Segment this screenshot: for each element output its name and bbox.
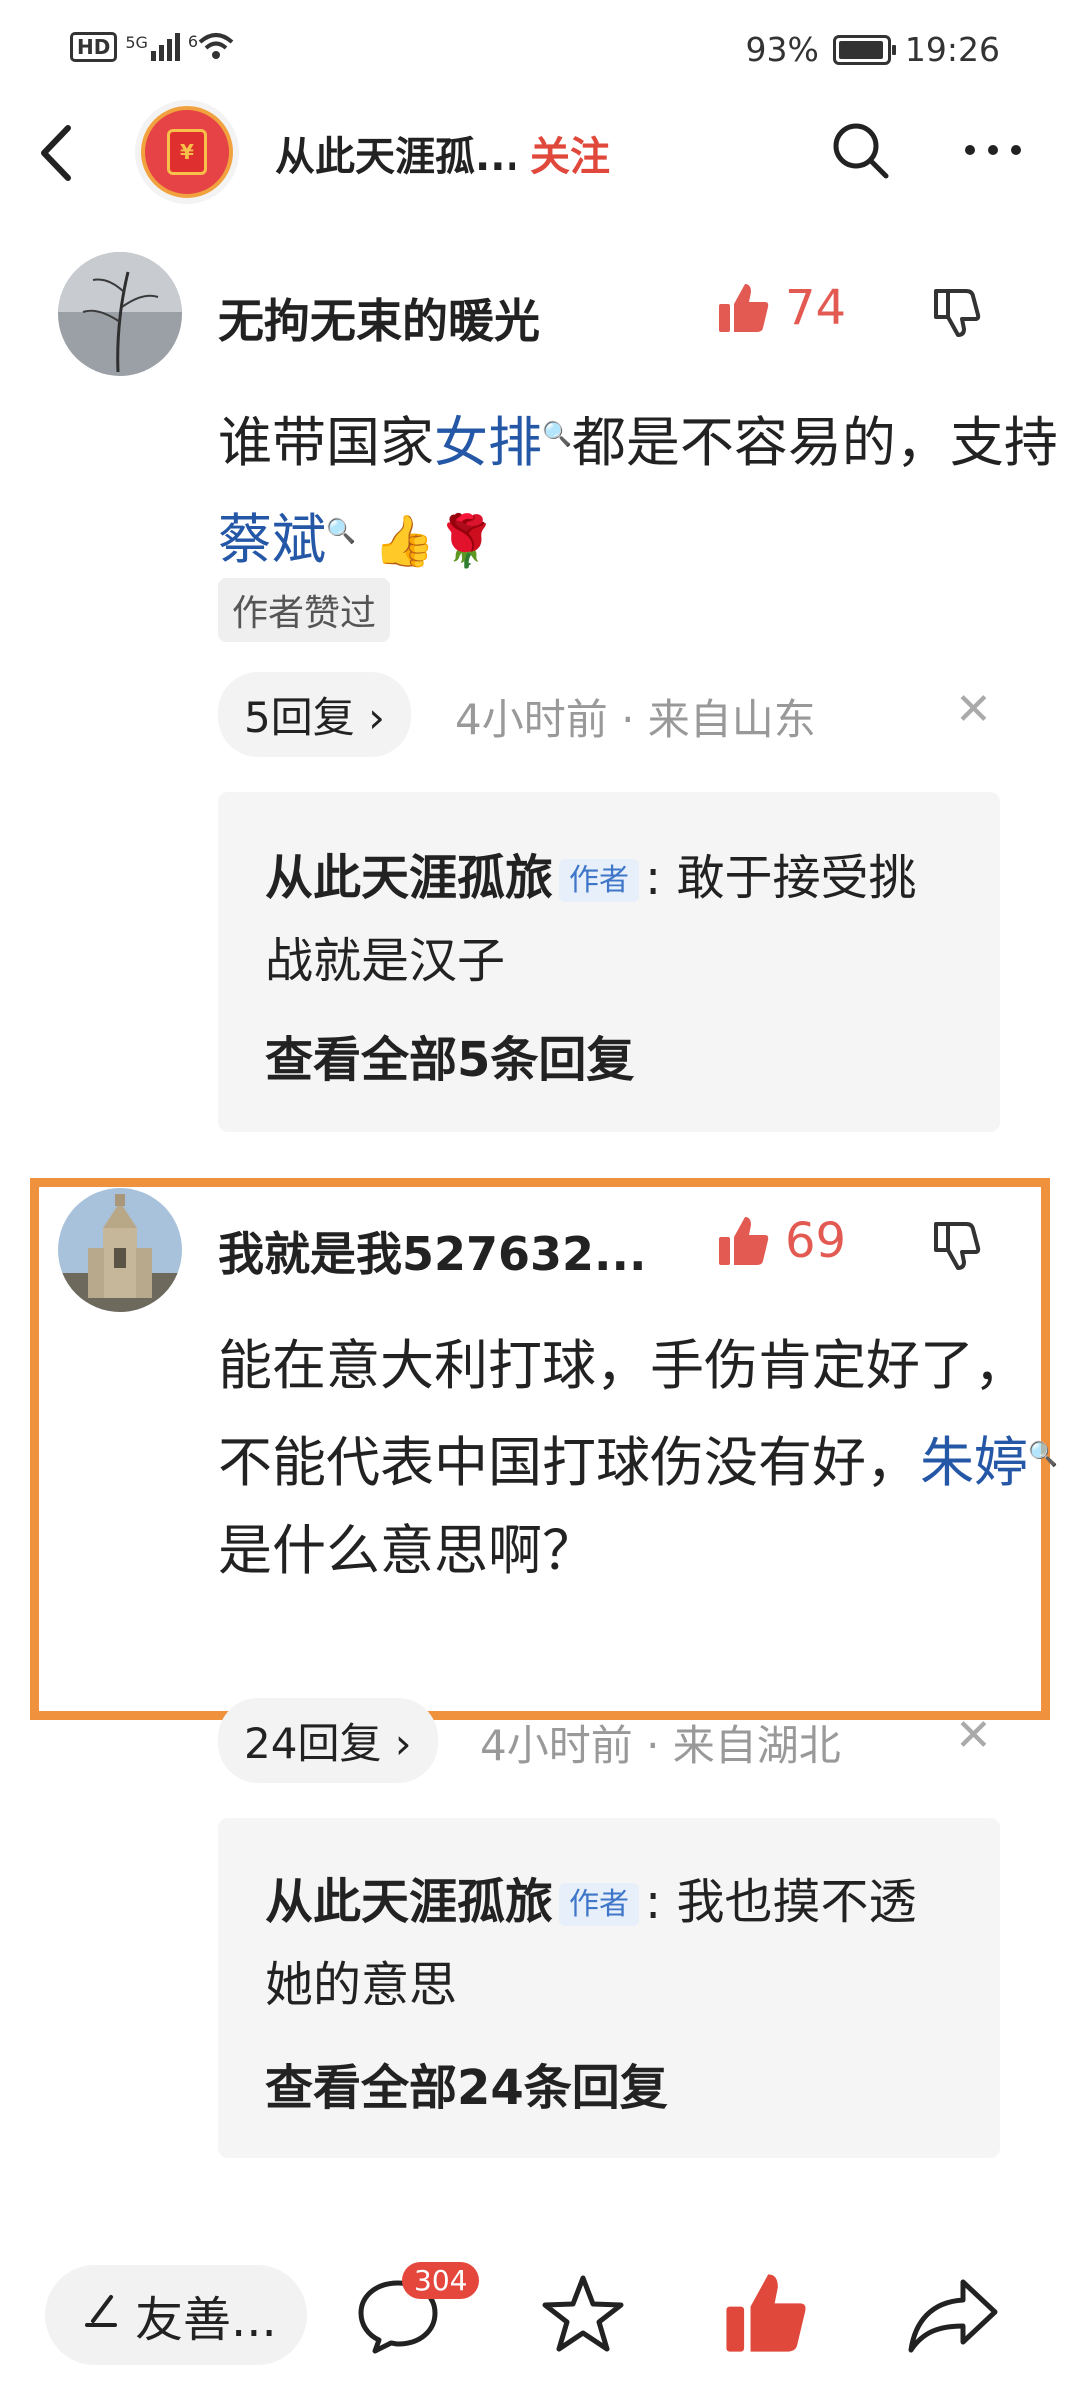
wifi-label: 6 (187, 32, 199, 51)
author-liked-badge: 作者赞过 (218, 578, 391, 642)
comment-count-badge: 304 (402, 2262, 480, 2299)
dislike-icon[interactable] (930, 283, 986, 343)
comment-text: 都是不容易的，支持 (571, 411, 1058, 474)
like-button[interactable]: 69 (715, 1213, 846, 1269)
star-icon[interactable] (540, 2272, 626, 2360)
close-icon[interactable]: ✕ (955, 1710, 992, 1761)
thumbs-up-icon (719, 284, 769, 332)
commenter-name[interactable]: 我就是我527632... (218, 1218, 658, 1284)
search-hint-icon: 🔍 (542, 420, 572, 448)
close-icon[interactable]: ✕ (955, 684, 992, 735)
like-count: 74 (785, 280, 847, 336)
chevron-right-icon: › (354, 693, 385, 742)
author-reply: 从此天涯孤旅 作者: 我也摸不透她的意思 (265, 1862, 945, 2025)
comment-input[interactable]: 友善... (45, 2265, 307, 2365)
chevron-right-icon: › (381, 1719, 412, 1768)
comment-meta: 4小时前 · 来自山东 (455, 695, 816, 744)
author-badge: 作者 (559, 859, 640, 902)
more-icon[interactable] (958, 120, 1028, 180)
commenter-avatar[interactable] (58, 252, 182, 376)
author-reply: 从此天涯孤旅 作者: 敢于接受挑战就是汉子 (265, 838, 945, 1001)
reply-author-name[interactable]: 从此天涯孤旅 (265, 850, 553, 906)
share-icon[interactable] (905, 2272, 1001, 2360)
topic-link[interactable]: 蔡斌 (218, 508, 326, 571)
red-envelope-icon: ¥ (167, 129, 207, 175)
reply-count-button[interactable]: 24回复 › (218, 1698, 438, 1783)
signal-label: 5G (125, 33, 148, 52)
status-bar: HD 5G 6 93% 19:26 (0, 0, 1080, 100)
thumbs-up-icon[interactable] (720, 2268, 810, 2362)
comment-body: 能在意大利打球，手伤肯定好了，不能代表中国打球伤没有好，朱婷🔍 是什么意思啊？ (218, 1322, 1058, 1595)
author-badge: 作者 (559, 1883, 640, 1926)
commenter-name[interactable]: 无拘无束的暖光 (218, 285, 638, 351)
back-arrow-icon[interactable] (28, 118, 88, 188)
author-avatar-ring[interactable]: ¥ (141, 106, 233, 198)
reply-author-name[interactable]: 从此天涯孤旅 (265, 1874, 553, 1930)
comment-meta: 4小时前 · 来自湖北 (480, 1721, 841, 1770)
comment-text: 谁带国家 (218, 411, 434, 474)
hd-indicator: HD (70, 32, 118, 62)
topic-link[interactable]: 女排 (434, 411, 542, 474)
search-hint-icon: 🔍 (326, 517, 356, 545)
emoji: 👍🌹 (373, 512, 498, 570)
search-icon[interactable] (828, 118, 892, 182)
comment-text: 是什么意思啊？ (218, 1519, 596, 1582)
battery-icon (832, 34, 896, 65)
reply-count-label: 5回复 (244, 693, 355, 742)
thumbs-up-icon (719, 1217, 769, 1265)
status-right: 93% 19:26 (746, 30, 1000, 69)
search-hint-icon: 🔍 (1028, 1440, 1058, 1468)
comment-input-placeholder: 友善... (135, 2292, 277, 2348)
reply-count-button[interactable]: 5回复 › (218, 672, 411, 757)
like-count: 69 (785, 1213, 847, 1269)
page-title[interactable]: 从此天涯孤... (275, 124, 515, 182)
dislike-icon[interactable] (930, 1216, 986, 1276)
clock: 19:26 (904, 30, 1000, 69)
wifi-icon: 6 (188, 32, 234, 62)
battery-percent: 93% (745, 30, 819, 69)
reply-count-label: 24回复 (244, 1719, 382, 1768)
comment-body: 谁带国家女排🔍都是不容易的，支持蔡斌🔍 👍🌹 (218, 390, 1058, 585)
pencil-icon (81, 2287, 121, 2343)
view-all-replies-link[interactable]: 查看全部5条回复 (265, 1020, 634, 1090)
commenter-avatar[interactable] (58, 1188, 182, 1312)
comment-text: 能在意大利打球，手伤肯定好了，不能代表中国打球伤没有好， (218, 1334, 1028, 1494)
like-button[interactable]: 74 (715, 280, 846, 336)
view-all-replies-link[interactable]: 查看全部24条回复 (265, 2048, 668, 2118)
status-left: HD 5G 6 (70, 32, 234, 62)
topic-link[interactable]: 朱婷 (920, 1431, 1028, 1494)
follow-button[interactable]: 关注 (530, 124, 610, 182)
signal-icon: 5G (125, 33, 180, 61)
